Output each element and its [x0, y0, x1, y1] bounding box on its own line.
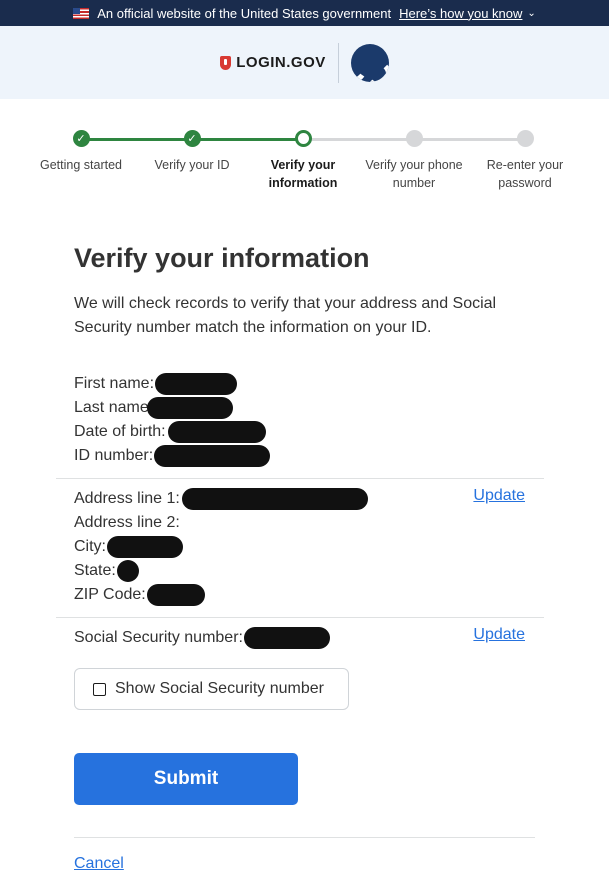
step-getting-started: ✓ Getting started: [26, 128, 136, 174]
site-header: LOGIN.GOV: [0, 26, 609, 99]
header-divider: [337, 42, 339, 83]
show-ssn-checkbox[interactable]: [93, 682, 106, 696]
redacted-value: [147, 397, 234, 419]
step-label: Getting started: [40, 158, 122, 172]
intro-text: We will check records to verify that you…: [74, 295, 497, 336]
first-name-label: First name:: [74, 375, 155, 392]
main-content: Verify your information We will check re…: [56, 240, 544, 872]
step-label: Verify your phone number: [365, 158, 463, 190]
ssn-label: Social Security number:: [74, 629, 243, 646]
redacted-value: [167, 421, 266, 443]
cancel-link[interactable]: Cancel: [74, 855, 124, 873]
submit-button[interactable]: Submit: [74, 753, 298, 805]
zip-row: ZIP Code:: [74, 583, 544, 607]
zip-label: ZIP Code:: [74, 586, 146, 603]
last-name-row: Last name:: [74, 396, 534, 420]
step-indicator: ✓ Getting started ✓ Verify your ID Verif…: [26, 128, 582, 198]
address-line2-row: Address line 2:: [74, 511, 544, 535]
redacted-value: [116, 560, 139, 582]
address-line2-label: Address line 2:: [74, 514, 180, 531]
city-label: City:: [74, 538, 106, 555]
redacted-value: [146, 584, 205, 606]
dob-label: Date of birth:: [74, 423, 166, 440]
redacted-value: [107, 536, 183, 558]
first-name-row: First name:: [74, 372, 534, 396]
update-address-link[interactable]: Update: [473, 487, 525, 505]
address-section: Update Address line 1: Address line 2: C…: [56, 478, 544, 617]
login-gov-logo[interactable]: LOGIN.GOV: [220, 54, 326, 71]
redacted-value: [243, 627, 330, 649]
step-verify-information: Verify your information: [248, 128, 358, 192]
step-verify-id: ✓ Verify your ID: [137, 128, 247, 174]
address-line1-label: Address line 1:: [74, 490, 180, 507]
incomplete-step-icon: [405, 130, 423, 147]
shield-icon: [220, 55, 232, 70]
state-row: State:: [74, 559, 544, 583]
step-reenter-password: Re-enter your password: [470, 128, 580, 192]
dob-row: Date of birth:: [74, 420, 534, 444]
show-ssn-toggle[interactable]: Show Social Security number: [74, 668, 349, 710]
id-number-label: ID number:: [74, 447, 154, 464]
current-step-icon: [294, 130, 312, 147]
redacted-value: [154, 445, 271, 467]
gov-banner-text: An official website of the United States…: [97, 5, 392, 21]
show-ssn-label[interactable]: Show Social Security number: [115, 680, 324, 698]
step-label: Verify your information: [268, 158, 338, 190]
redacted-value: [181, 488, 368, 510]
redacted-value: [155, 373, 238, 395]
chevron-down-icon[interactable]: ⌄: [527, 8, 535, 19]
gov-banner: An official website of the United States…: [0, 0, 609, 26]
check-icon: ✓: [72, 130, 90, 147]
city-row: City:: [74, 535, 544, 559]
logo-text: LOGIN.GOV: [236, 54, 326, 71]
state-label: State:: [74, 562, 116, 579]
update-ssn-link[interactable]: Update: [473, 626, 525, 644]
divider: [74, 837, 535, 838]
page-title: Verify your information: [74, 243, 370, 273]
identity-section: First name: Last name: Date of birth: ID…: [74, 372, 534, 468]
check-icon: ✓: [183, 130, 201, 147]
department-of-transportation-seal-icon: [350, 43, 389, 82]
step-label: Verify your ID: [154, 158, 230, 172]
ssn-section: Update Social Security number: Show Soci…: [56, 617, 544, 710]
step-verify-phone: Verify your phone number: [359, 128, 469, 192]
id-number-row: ID number:: [74, 444, 534, 468]
incomplete-step-icon: [516, 130, 534, 147]
last-name-label: Last name:: [74, 399, 154, 416]
us-flag-icon: [73, 7, 90, 19]
step-label: Re-enter your password: [486, 158, 564, 190]
heres-how-you-know-link[interactable]: Here’s how you know: [399, 6, 522, 21]
